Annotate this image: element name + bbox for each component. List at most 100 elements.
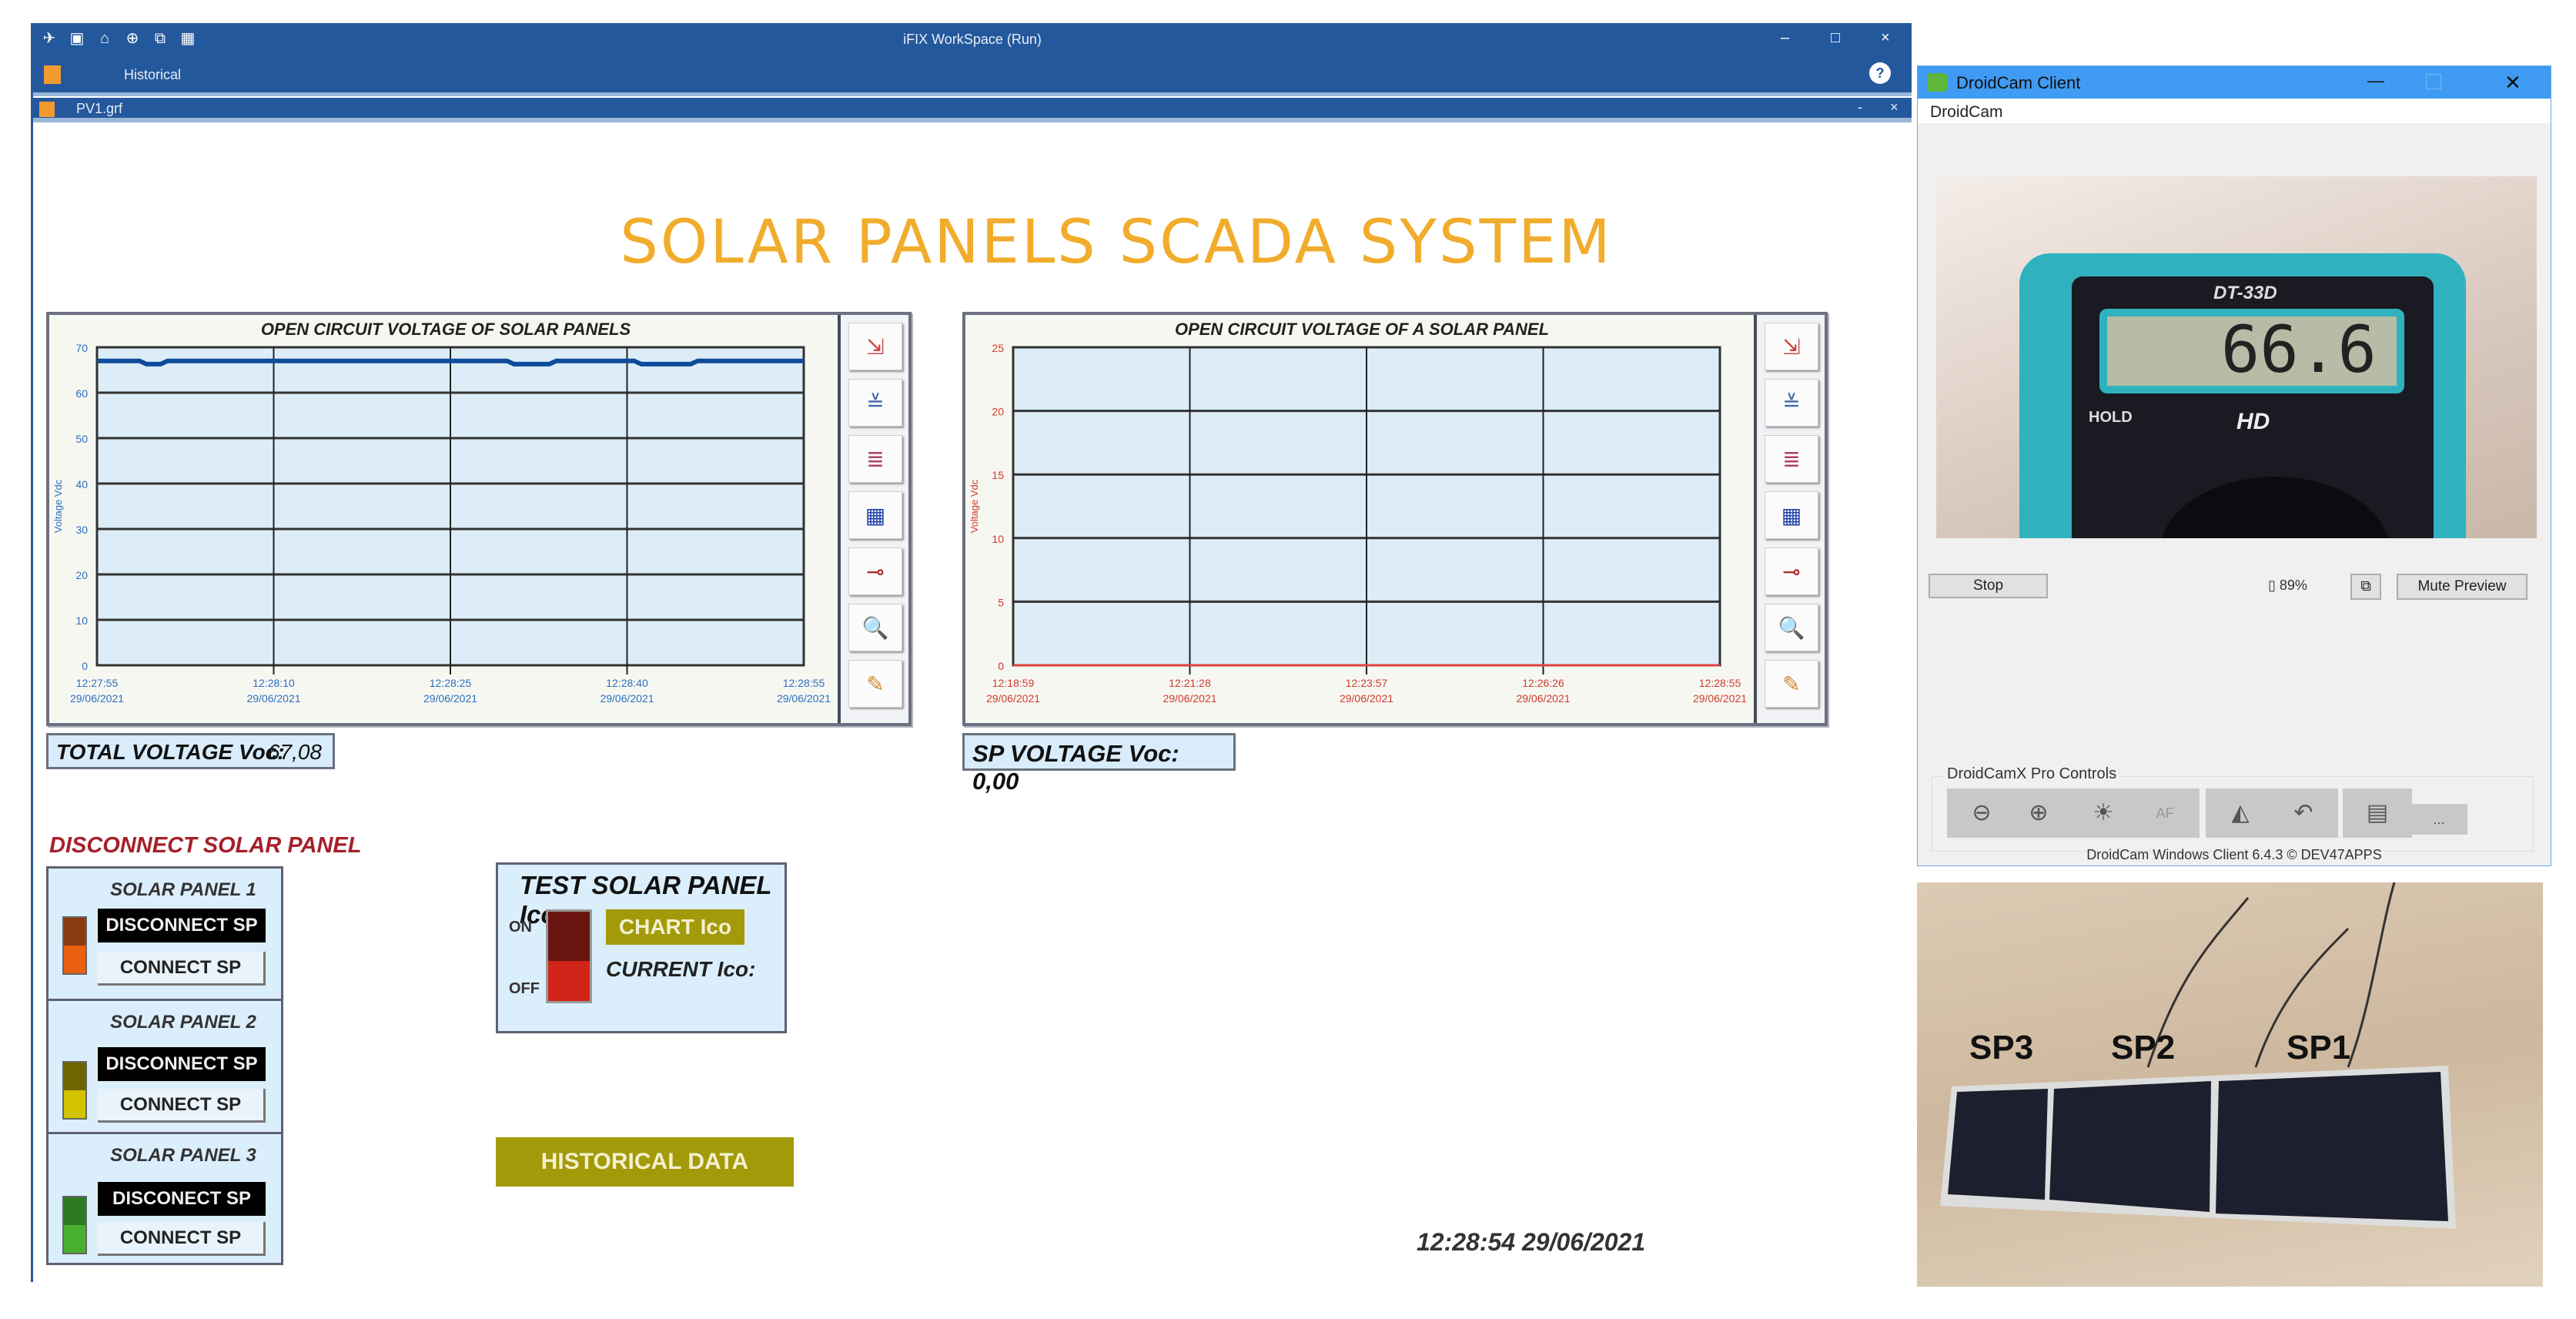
timecursor-icon[interactable]: ⊸ [1765, 547, 1818, 595]
grid-icon[interactable]: ▦ [848, 491, 902, 539]
x-tick-label: 12:27:55 [76, 677, 119, 689]
meter-hold-label: HOLD [2089, 409, 2133, 426]
panel-3-section: SOLAR PANEL 3 DISCONECT SP CONNECT SP [49, 1134, 281, 1265]
total-voltage-chart[interactable]: OPEN CIRCUIT VOLTAGE OF SOLAR PANELS 0 10… [46, 312, 912, 726]
battery-level: 89% [2279, 577, 2307, 593]
photo-label-sp1: SP1 [2287, 1029, 2351, 1066]
maximize-button[interactable]: □ [1831, 29, 1840, 47]
brightness-icon[interactable]: ☀ [2069, 788, 2138, 838]
close-button[interactable]: × [1881, 29, 1890, 47]
y-tick-label: 0 [82, 660, 88, 672]
more-button[interactable]: ... [2410, 804, 2467, 835]
droidcam-minimize[interactable]: — [2367, 71, 2384, 91]
switch-off-label: OFF [509, 980, 540, 997]
camera-preview: DT-33D 66.6 HOLD HD [1936, 176, 2537, 538]
lamp-bottom [64, 1225, 85, 1253]
panel-2-section: SOLAR PANEL 2 DISCONNECT SP CONNECT SP [49, 1001, 281, 1134]
solar-panels-photo: SP3 SP2 SP1 [1917, 882, 2543, 1287]
autofocus-button[interactable]: AF [2130, 788, 2200, 838]
rotate-icon[interactable]: ↶ [2269, 788, 2338, 838]
pen-style-icon[interactable]: ✎ [1765, 660, 1818, 708]
historical-data-button[interactable]: HISTORICAL DATA [496, 1137, 794, 1187]
y-tick-label: 5 [998, 596, 1004, 608]
y-tick-label: 30 [75, 524, 88, 536]
total-voltage-display: TOTAL VOLTAGE Voc: 67,08 [46, 733, 335, 769]
y-tick-label: 40 [75, 478, 88, 490]
sp-voltage-value: 0,00 [972, 768, 1019, 795]
droidcam-app-icon [1927, 73, 1947, 92]
document-tab[interactable]: PV1.grf [76, 101, 122, 117]
add-pen-icon[interactable]: ≚ [1765, 379, 1818, 427]
pro-controls-label: DroidCamX Pro Controls [1944, 765, 2120, 783]
droidcam-maximize[interactable] [2426, 74, 2441, 89]
meter-hd-label: HD [2236, 409, 2270, 434]
connect-sp1-button[interactable]: CONNECT SP [98, 952, 266, 986]
document-tab-bar: PV1.grf - × [33, 98, 1912, 122]
y-tick-label: 15 [992, 469, 1004, 481]
panel-2-status-lamp [62, 1061, 87, 1120]
single-panel-voltage-chart[interactable]: OPEN CIRCUIT VOLTAGE OF A SOLAR PANEL 05… [962, 312, 1828, 726]
mirror-icon[interactable]: ◭ [2206, 788, 2275, 838]
record-icon[interactable]: ▤ [2343, 788, 2412, 838]
x-tick-label: 29/06/2021 [600, 692, 654, 705]
doc-close-button[interactable]: × [1890, 99, 1899, 115]
export-icon[interactable]: ⇲ [848, 323, 902, 370]
document-icon [39, 102, 55, 117]
disconnect-sp3-button[interactable]: DISCONECT SP [98, 1182, 266, 1216]
chart-toolbar: ⇲ ≚ ≣ ▦ ⊸ 🔍 ✎ [1754, 315, 1825, 723]
zoom-in-icon[interactable]: ⊕ [2004, 788, 2073, 838]
pen-list-icon[interactable]: ≣ [848, 435, 902, 483]
x-tick-label: 12:28:25 [430, 677, 472, 689]
droidcam-menu[interactable]: DroidCam [1918, 99, 2551, 123]
photo-label-sp2: SP2 [2111, 1029, 2176, 1066]
panel-name: SOLAR PANEL 1 [110, 879, 256, 900]
export-icon[interactable]: ⇲ [1765, 323, 1818, 370]
page-title: SOLAR PANELS SCADA SYSTEM [620, 208, 1613, 277]
stop-button[interactable]: Stop [1929, 574, 2048, 598]
x-tick-label: 29/06/2021 [1516, 692, 1570, 705]
droidcam-close[interactable]: ✕ [2504, 71, 2521, 95]
connect-sp2-button[interactable]: CONNECT SP [98, 1089, 266, 1123]
chart-plot: 0 10 20 30 40 50 60 70 12:27:55 29/06/2021 12:28:1… [52, 342, 831, 705]
x-tick-label: 12:18:59 [992, 677, 1035, 689]
test-toggle-switch[interactable] [546, 909, 592, 1003]
timecursor-icon[interactable]: ⊸ [848, 547, 902, 595]
panel-3-status-lamp [62, 1196, 87, 1254]
disconnect-heading: DISCONNECT SOLAR PANEL [49, 833, 362, 858]
zoom-icon[interactable]: 🔍 [1765, 604, 1818, 651]
pen-list-icon[interactable]: ≣ [1765, 435, 1818, 483]
pen-style-icon[interactable]: ✎ [848, 660, 902, 708]
y-tick-label: 0 [998, 660, 1004, 672]
copy-screen-icon: ⧉ [2360, 578, 2371, 594]
droidcam-titlebar: DroidCam Client — ✕ [1918, 66, 2551, 99]
x-tick-label: 29/06/2021 [1693, 692, 1747, 705]
zoom-icon[interactable]: 🔍 [848, 604, 902, 651]
x-tick-label: 12:21:28 [1169, 677, 1211, 689]
y-tick-label: 70 [75, 342, 88, 354]
x-tick-label: 12:28:55 [783, 677, 825, 689]
chart-plot: 0 5 10 15 20 25 12:18:59 29/06/2021 12:21:28 29/0… [969, 342, 1747, 705]
minimize-button[interactable]: – [1781, 29, 1789, 47]
menu-historical[interactable]: Historical [124, 67, 181, 83]
lamp-bottom [64, 946, 85, 973]
chart-ico-button[interactable]: CHART Ico [606, 909, 744, 945]
photo-label-sp3: SP3 [1969, 1029, 2034, 1066]
meter-display: 66.6 [2099, 309, 2404, 393]
y-tick-label: 10 [992, 533, 1004, 545]
y-axis-label: Voltage Vdc [52, 479, 64, 533]
connect-sp3-button[interactable]: CONNECT SP [98, 1222, 266, 1256]
grid-icon[interactable]: ▦ [1765, 491, 1818, 539]
y-tick-label: 20 [992, 406, 1004, 418]
mute-preview-button[interactable]: Mute Preview [2397, 574, 2527, 600]
x-tick-label: 12:23:57 [1346, 677, 1388, 689]
disconnect-sp2-button[interactable]: DISCONNECT SP [98, 1047, 266, 1081]
screenshot-button[interactable]: ⧉ [2350, 574, 2381, 600]
ribbon-bar: Historical ? [33, 56, 1912, 96]
add-pen-icon[interactable]: ≚ [848, 379, 902, 427]
help-icon[interactable]: ? [1869, 62, 1891, 84]
y-tick-label: 25 [992, 342, 1004, 354]
panels-illustration [1940, 882, 2456, 1229]
app-menu-icon[interactable] [44, 65, 61, 84]
disconnect-sp1-button[interactable]: DISCONNECT SP [98, 909, 266, 942]
doc-minimize-button[interactable]: - [1858, 99, 1862, 115]
